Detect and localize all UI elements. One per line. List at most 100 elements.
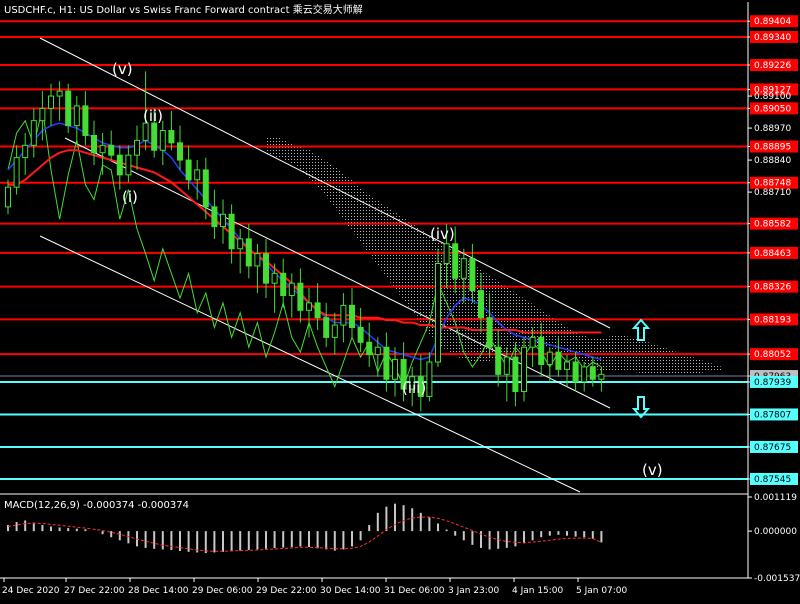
candle-body — [589, 366, 596, 380]
wave-label: (i) — [122, 188, 138, 206]
candle-body — [306, 302, 312, 311]
wave-label: (v) — [112, 60, 133, 78]
candle-body — [108, 144, 115, 156]
candle-body — [73, 105, 80, 127]
candle-body — [211, 206, 218, 228]
candle-body — [254, 253, 261, 267]
candle-body — [357, 327, 364, 343]
candle-body — [220, 213, 226, 228]
wave-label: (iii) — [402, 379, 426, 397]
candle-body — [564, 361, 570, 370]
candle-body — [340, 304, 347, 326]
candle-body — [245, 238, 252, 267]
candle-body — [22, 144, 29, 159]
macd-indicator-label: MACD(12,26,9) -0.000374 -0.000374 — [4, 500, 189, 511]
candle-body — [435, 263, 441, 363]
candle-body — [5, 186, 11, 208]
candle-body — [56, 90, 63, 97]
candle-body — [125, 154, 132, 176]
candle-body — [529, 336, 536, 348]
y-axis-label: 0.88463 — [754, 249, 791, 259]
y-axis-label: 0.88970 — [754, 124, 791, 134]
x-axis-label: 29 Dec 06:00 — [192, 586, 253, 596]
candle-body — [39, 107, 46, 122]
y-axis-label: 0.89226 — [754, 61, 791, 71]
candle-body — [194, 169, 201, 181]
candle-body — [426, 361, 433, 397]
x-axis-label: 3 Jan 23:00 — [448, 586, 500, 596]
candle-body — [202, 169, 209, 208]
wave-label: (iv) — [430, 225, 455, 243]
x-axis-label: 4 Jan 15:00 — [512, 586, 564, 596]
x-axis-label: 27 Dec 22:00 — [64, 586, 125, 596]
candle-body — [443, 243, 450, 265]
y-axis-label: 0.88840 — [754, 156, 791, 166]
candle — [521, 337, 527, 402]
candle-body — [503, 356, 510, 375]
candle-body — [297, 282, 304, 311]
candle-body — [30, 120, 37, 146]
candle-body — [460, 258, 467, 279]
wave-label: (ii) — [143, 107, 163, 125]
candle-body — [271, 272, 278, 284]
macd-y-label: 0.000000 — [754, 527, 797, 537]
candle-body — [469, 258, 476, 292]
candle-body — [521, 346, 527, 393]
candle — [435, 248, 441, 367]
candle-body — [263, 253, 269, 284]
candle-body — [512, 356, 519, 393]
candle-body — [374, 346, 381, 356]
candle-body — [598, 373, 605, 380]
x-axis-label: 29 Dec 22:00 — [256, 586, 317, 596]
candle-body — [288, 282, 295, 297]
candle-body — [82, 105, 89, 136]
macd-y-label: -0.001537 — [754, 574, 800, 584]
candle-body — [452, 243, 459, 279]
candle-body — [177, 142, 183, 161]
candle-body — [538, 336, 545, 365]
y-axis-label: 0.87807 — [754, 410, 791, 420]
candle-body — [478, 290, 484, 319]
candle-body — [48, 95, 54, 109]
candle-body — [13, 157, 20, 188]
candle-body — [314, 302, 321, 319]
y-axis-label: 0.88326 — [754, 283, 791, 293]
candle-body — [572, 361, 579, 383]
y-axis-label: 0.89050 — [754, 104, 791, 114]
x-axis-label: 31 Dec 06:00 — [384, 586, 445, 596]
y-axis-label: 0.89404 — [754, 17, 791, 27]
y-axis-label: 0.88052 — [754, 350, 791, 360]
candle-body — [546, 351, 553, 365]
candle-body — [99, 144, 106, 154]
y-axis-label: 0.88582 — [754, 220, 791, 230]
candle-body — [555, 351, 562, 370]
candle-body — [323, 317, 330, 338]
candle-body — [331, 324, 338, 338]
x-axis-label: 24 Dec 2020 — [2, 586, 60, 596]
chart-title: USDCHF.c, H1: US Dollar vs Swiss Franc F… — [4, 3, 363, 16]
y-axis-label: 0.87675 — [754, 443, 791, 453]
x-axis-label: 28 Dec 14:00 — [128, 586, 189, 596]
candle-body — [134, 139, 140, 156]
candle-body — [91, 134, 97, 154]
candle-body — [185, 159, 192, 181]
y-axis-label: 0.88895 — [754, 143, 791, 153]
candle-body — [159, 130, 166, 151]
candle-body — [228, 213, 235, 250]
candle-body — [168, 130, 175, 144]
candle-body — [383, 346, 390, 380]
candle-body — [392, 359, 398, 380]
candle-body — [366, 341, 373, 356]
candle-body — [237, 238, 244, 250]
y-axis-label: 0.88710 — [754, 188, 791, 198]
y-axis-label: 0.88193 — [754, 315, 791, 325]
candle-body — [495, 346, 502, 375]
x-axis-label: 5 Jan 07:00 — [576, 586, 628, 596]
candle-body — [349, 304, 355, 329]
x-axis-label: 30 Dec 14:00 — [320, 586, 381, 596]
price-chart[interactable]: 0.001119 0.000000 -0.001537 0.89404 0.89340… — [0, 0, 800, 600]
candle — [65, 83, 72, 133]
candle-body — [142, 122, 149, 141]
wave-label: (v) — [642, 461, 663, 479]
chart-canvas[interactable]: 0.001119 0.000000 -0.001537 0.89404 0.89340… — [0, 0, 800, 600]
